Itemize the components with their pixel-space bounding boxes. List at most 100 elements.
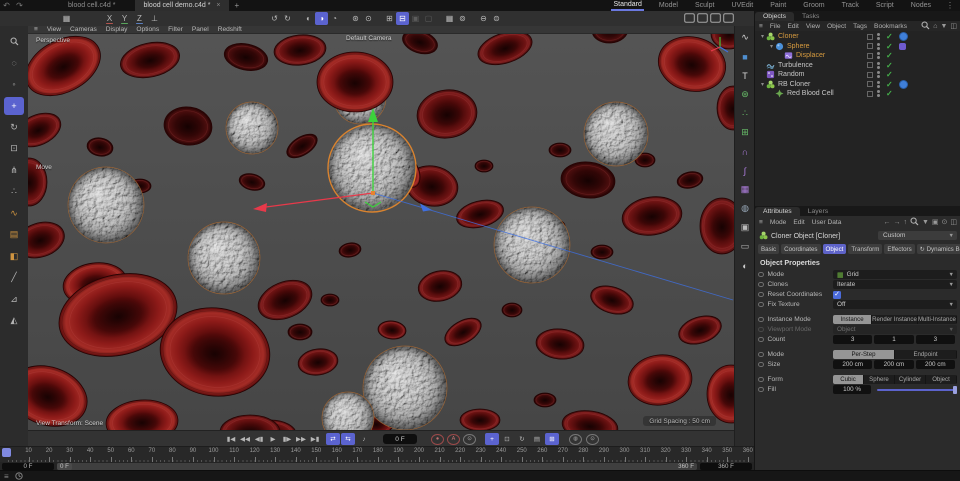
visibility-dot[interactable] (877, 56, 880, 59)
brush-icon[interactable]: ◐ (302, 12, 315, 25)
keyframe-selection-button[interactable]: ⊙ (463, 434, 476, 445)
anim-dot[interactable] (758, 387, 764, 393)
record-scale-toggle[interactable]: ⊡ (500, 433, 514, 445)
visibility-dot[interactable] (877, 94, 880, 97)
text-object-icon[interactable]: T (737, 68, 753, 83)
panel-tab-objects[interactable]: Objects (755, 12, 794, 21)
env-icon[interactable]: ⊖ (477, 12, 490, 25)
visibility-dots[interactable] (877, 62, 880, 69)
record-pla-toggle[interactable]: ⊞ (545, 433, 559, 445)
om-menu-icon[interactable]: ≡ (759, 23, 763, 30)
visibility-dots[interactable] (877, 43, 880, 50)
virus-sphere[interactable] (188, 222, 260, 294)
back-icon[interactable]: ↶ (0, 1, 13, 10)
attr-nav-icon-5[interactable]: ▣ (932, 218, 939, 226)
attr-nav-icon-1[interactable]: → (893, 219, 900, 226)
visibility-dot[interactable] (877, 71, 880, 74)
segment-option-render-instance[interactable]: Render Instance (872, 315, 918, 324)
prev-frame-button[interactable]: ◀▮ (252, 433, 266, 445)
poly-pen-icon[interactable]: ▤ (4, 226, 24, 244)
layout-tab-standard[interactable]: Standard (611, 0, 643, 11)
section-tab-transform[interactable]: Transform (848, 244, 882, 254)
autokey-button[interactable]: A (447, 434, 460, 445)
panel-tab-layers[interactable]: Layers (800, 207, 836, 216)
viewport[interactable]: Perspective Default Camera Move View Tra… (28, 34, 734, 430)
value-field-2[interactable]: 3 (916, 335, 955, 344)
layer-square[interactable] (867, 62, 873, 68)
redo-icon[interactable]: ↻ (281, 12, 294, 25)
menu-icon[interactable]: ≡ (4, 472, 9, 481)
cloner-object-icon[interactable]: ⊛ (737, 87, 753, 102)
layout-quad-icon[interactable] (710, 13, 721, 25)
current-frame-field[interactable]: 0 F (2, 463, 54, 470)
next-key-button[interactable]: ▶▶ (294, 433, 308, 445)
cube-object-icon[interactable]: ■ (737, 49, 753, 64)
render-region-icon[interactable]: ▢ (422, 12, 435, 25)
layout-custom-icon[interactable] (723, 13, 734, 25)
attr-menu-icon[interactable]: ≡ (759, 219, 763, 226)
om-menu-view[interactable]: View (806, 23, 820, 30)
bend-deformer-icon[interactable]: ∩ (737, 144, 753, 159)
scene-canvas[interactable] (28, 34, 734, 430)
rotate-tool-icon[interactable]: ↻ (4, 118, 24, 136)
object-row-random[interactable]: Random✓ (755, 70, 960, 80)
document-tab[interactable]: blood cell.c4d * (60, 0, 123, 11)
overflow-menu-icon[interactable]: ⋮ (946, 1, 954, 10)
viewport-menu-panel[interactable]: Panel (192, 26, 209, 33)
visibility-dot[interactable] (877, 81, 880, 84)
layer-square[interactable] (867, 34, 873, 40)
phong-tag-icon[interactable] (899, 43, 906, 50)
visibility-dots[interactable] (877, 81, 880, 88)
viewport-menu-display[interactable]: Display (106, 26, 128, 33)
virus-sphere-selected[interactable] (328, 124, 416, 212)
om-menu-bookmarks[interactable]: Bookmarks (874, 23, 907, 30)
visibility-dots[interactable] (877, 33, 880, 40)
dropdown-fix-texture[interactable]: Off▼ (833, 300, 957, 309)
visibility-dot[interactable] (877, 85, 880, 88)
om-menu-tags[interactable]: Tags (853, 23, 867, 30)
anim-dot[interactable] (758, 302, 764, 308)
prev-key-button[interactable]: ◀◀ (238, 433, 252, 445)
layout-tab-sculpt[interactable]: Sculpt (693, 1, 716, 10)
blood-cell[interactable] (549, 143, 571, 157)
blood-cell[interactable] (475, 160, 493, 172)
knife-icon[interactable]: ╱ (4, 269, 24, 287)
slider-value-field[interactable]: 100 % (833, 385, 871, 394)
record-rotation-toggle[interactable]: ↻ (515, 433, 529, 445)
anim-dot[interactable] (758, 377, 764, 383)
live-selection-icon[interactable]: ◌ (4, 54, 24, 72)
blood-cell[interactable] (534, 393, 556, 407)
object-row-turbulence[interactable]: Turbulence✓ (755, 61, 960, 71)
move-tool-icon[interactable]: + (4, 97, 24, 115)
visibility-dot[interactable] (877, 75, 880, 78)
layout-tab-groom[interactable]: Groom (801, 1, 826, 10)
axis-y-lock[interactable]: Y (118, 12, 131, 25)
segment-option-object[interactable]: Object (926, 375, 957, 384)
attr-menu-user-data[interactable]: User Data (812, 219, 842, 226)
soft-selection-icon[interactable]: ◦ (4, 75, 24, 93)
value-field-0[interactable]: 200 cm (833, 360, 872, 369)
expand-icon[interactable]: ▾ (768, 43, 775, 50)
anim-dot[interactable] (758, 272, 764, 278)
om-menu-object[interactable]: Object (827, 23, 846, 30)
dropdown-mode[interactable]: ▦Grid▼ (833, 270, 957, 279)
solo-button[interactable]: ⊙ (586, 434, 599, 445)
uv-tool-icon[interactable]: ◧ (4, 247, 24, 265)
pingpong-toggle[interactable]: ⇆ (341, 433, 355, 445)
anim-dot[interactable] (758, 282, 764, 288)
attr-menu-edit[interactable]: Edit (793, 219, 804, 226)
spline-object-icon[interactable]: ∿ (737, 30, 753, 45)
panel-tab-tasks[interactable]: Tasks (794, 12, 827, 21)
layer-square[interactable] (867, 43, 873, 49)
render-settings-icon[interactable]: ▦ (443, 12, 456, 25)
blood-cell[interactable] (460, 409, 500, 430)
virus-sphere[interactable] (494, 207, 570, 283)
zoom-icon[interactable] (4, 32, 24, 50)
splinewrap-deformer-icon[interactable]: ∫ (737, 163, 753, 178)
enabled-check-icon[interactable]: ✓ (886, 61, 893, 70)
mograph-tag-icon[interactable] (899, 32, 908, 41)
frame-field[interactable]: 0 F (383, 434, 417, 444)
anim-dot[interactable] (758, 337, 764, 343)
visibility-dot[interactable] (877, 43, 880, 46)
layer-square[interactable] (867, 53, 873, 59)
